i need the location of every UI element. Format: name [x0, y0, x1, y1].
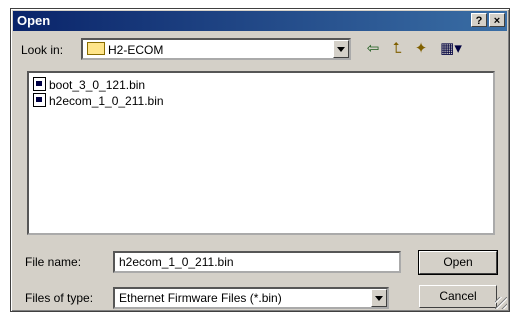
- look-in-select[interactable]: H2-ECOM: [81, 38, 351, 60]
- file-name: boot_3_0_121.bin: [49, 78, 146, 92]
- list-item[interactable]: h2ecom_1_0_211.bin: [33, 93, 164, 109]
- file-name-label: File name:: [25, 255, 82, 269]
- chevron-down-icon[interactable]: [333, 40, 349, 58]
- view-menu-icon[interactable]: ▦▾: [437, 39, 465, 59]
- look-in-value: H2-ECOM: [108, 43, 164, 57]
- file-type-select[interactable]: Ethernet Firmware Files (*.bin): [113, 287, 389, 309]
- back-arrow-icon[interactable]: ⇦: [363, 39, 383, 59]
- file-name-input[interactable]: h2ecom_1_0_211.bin: [113, 251, 401, 273]
- resize-grip-icon[interactable]: [495, 297, 507, 309]
- open-button[interactable]: Open: [418, 250, 498, 275]
- file-list[interactable]: boot_3_0_121.bin h2ecom_1_0_211.bin: [27, 71, 495, 235]
- look-in-label: Look in:: [21, 43, 64, 57]
- file-type-value: Ethernet Firmware Files (*.bin): [119, 291, 282, 305]
- up-folder-icon[interactable]: ⮤: [387, 39, 407, 59]
- close-button[interactable]: ×: [489, 13, 505, 27]
- file-name: h2ecom_1_0_211.bin: [49, 94, 164, 108]
- cancel-button[interactable]: Cancel: [419, 285, 497, 308]
- file-name-value: h2ecom_1_0_211.bin: [119, 255, 234, 269]
- file-type-label: Files of type:: [25, 291, 94, 305]
- file-icon: [33, 77, 46, 91]
- file-icon: [33, 93, 46, 107]
- chevron-down-icon[interactable]: [371, 289, 387, 307]
- help-button[interactable]: ?: [471, 13, 487, 27]
- list-item[interactable]: boot_3_0_121.bin: [33, 77, 145, 93]
- open-dialog: Open ? × Look in: H2-ECOM ⇦ ⮤ ✦ ▦▾ boot_…: [10, 8, 510, 312]
- title-bar[interactable]: Open ? ×: [13, 11, 507, 31]
- new-folder-icon[interactable]: ✦: [411, 39, 431, 59]
- folder-icon: [87, 42, 105, 55]
- window-title: Open: [17, 13, 51, 28]
